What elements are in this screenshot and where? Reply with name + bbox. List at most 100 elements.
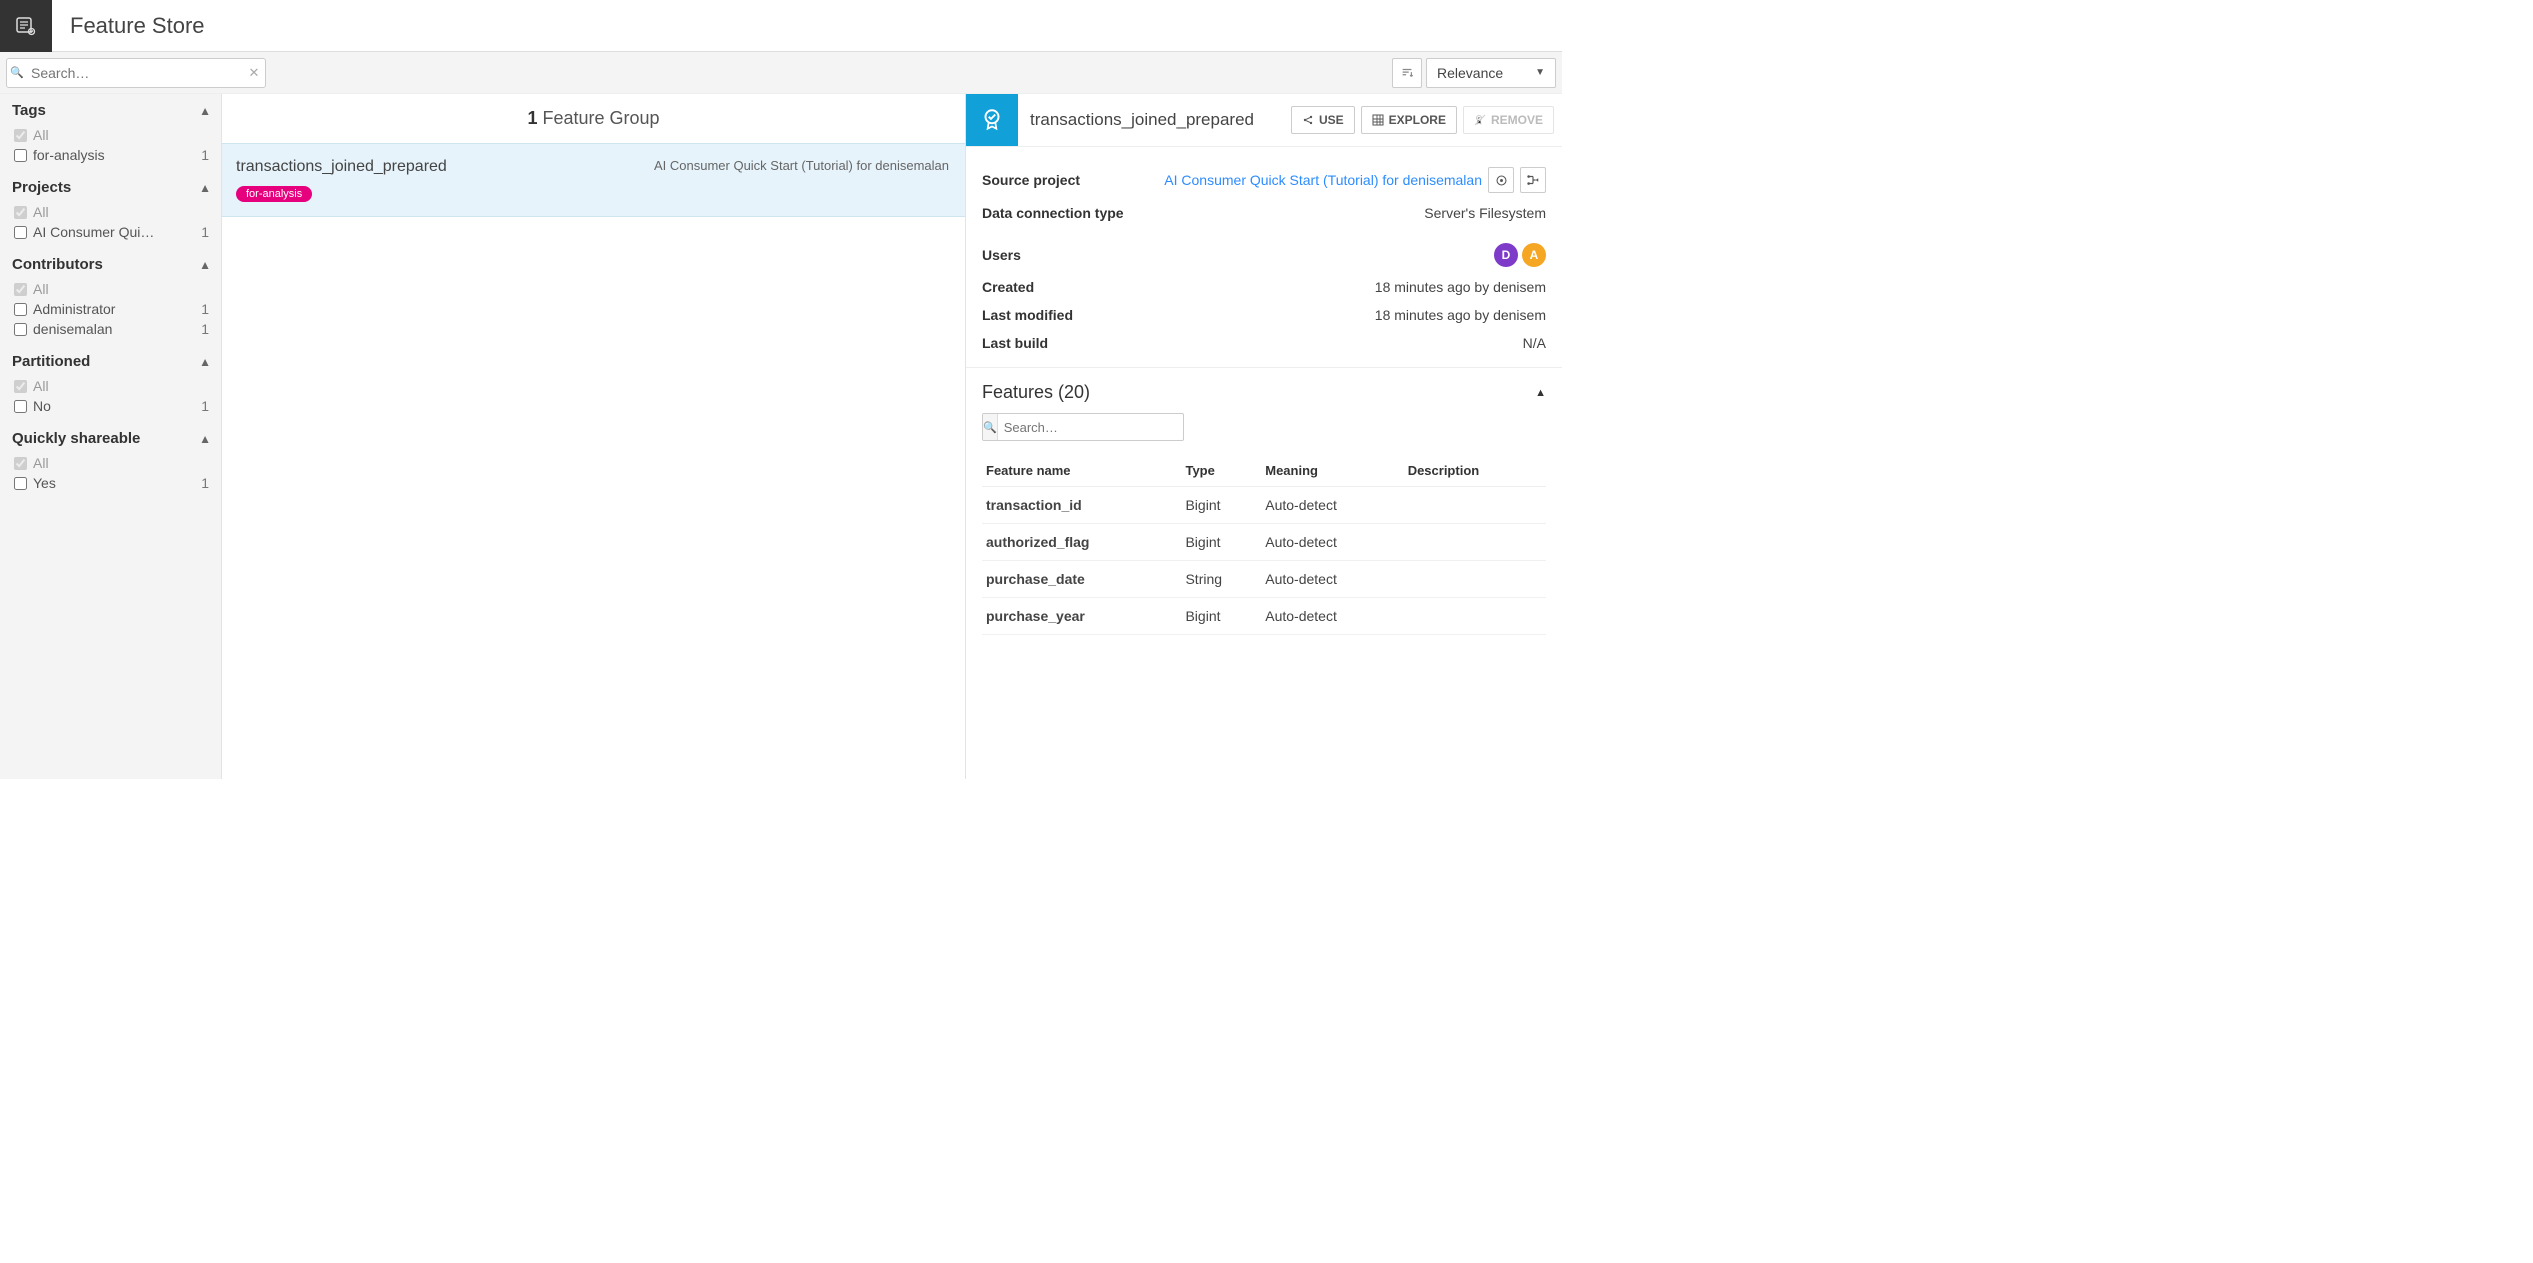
filter-all-partitioned[interactable]: All (14, 376, 211, 396)
features-search[interactable]: 🔍 (982, 413, 1184, 441)
feature-type: Bigint (1181, 487, 1261, 524)
meta-source-project: Source project AI Consumer Quick Start (… (982, 161, 1546, 199)
sort-label: Relevance (1437, 65, 1503, 81)
details-title: transactions_joined_prepared (1030, 110, 1291, 130)
chevron-up-icon: ▲ (199, 258, 211, 272)
share-icon (1302, 114, 1314, 126)
chevron-up-icon: ▲ (199, 432, 211, 446)
meta-users: Users DA (982, 237, 1546, 273)
toolbar: 🔍 ✕ Relevance ▼ (0, 52, 1562, 94)
table-row[interactable]: purchase_yearBigintAuto-detect (982, 598, 1546, 635)
feature-meaning: Auto-detect (1261, 561, 1403, 598)
table-row[interactable]: transaction_idBigintAuto-detect (982, 487, 1546, 524)
feature-group-badge-icon (966, 94, 1018, 146)
results-pane: 1 Feature Group transactions_joined_prep… (222, 94, 966, 779)
tag-badge: for-analysis (236, 186, 312, 202)
checkbox[interactable] (14, 149, 27, 162)
checkbox[interactable] (14, 129, 27, 142)
feature-type: String (1181, 561, 1261, 598)
filter-section-contributors: Contributors ▲ All Administrator1 denise… (12, 256, 211, 339)
feature-name: transaction_id (982, 487, 1181, 524)
filter-item[interactable]: No1 (14, 396, 211, 416)
checkbox[interactable] (14, 226, 27, 239)
chevron-up-icon: ▲ (199, 104, 211, 118)
feature-name: authorized_flag (982, 524, 1181, 561)
features-section-header[interactable]: Features (20) ▲ (982, 378, 1546, 413)
feature-group-project: AI Consumer Quick Start (Tutorial) for d… (654, 158, 949, 173)
view-source-button[interactable] (1488, 167, 1514, 193)
sort-selector[interactable]: Relevance ▼ (1426, 58, 1556, 88)
filter-section-tags: Tags ▲ All for-analysis1 (12, 102, 211, 165)
filter-section-shareable: Quickly shareable ▲ All Yes1 (12, 430, 211, 493)
filter-header-tags[interactable]: Tags ▲ (12, 102, 211, 119)
use-button[interactable]: USE (1291, 106, 1355, 134)
feature-description (1404, 524, 1546, 561)
sort-icon (1400, 66, 1414, 80)
details-pane: transactions_joined_prepared USE EXPLORE (966, 94, 1562, 779)
clear-search-icon[interactable]: ✕ (243, 65, 265, 81)
filter-all-tags[interactable]: All (14, 125, 211, 145)
table-row[interactable]: purchase_dateStringAuto-detect (982, 561, 1546, 598)
grid-icon (1372, 114, 1384, 126)
features-search-input[interactable] (998, 416, 1184, 439)
feature-description (1404, 487, 1546, 524)
chevron-up-icon: ▲ (199, 181, 211, 195)
filter-item[interactable]: Administrator1 (14, 299, 211, 319)
checkbox[interactable] (14, 206, 27, 219)
filter-all-shareable[interactable]: All (14, 453, 211, 473)
filter-header-shareable[interactable]: Quickly shareable ▲ (12, 430, 211, 447)
filter-all-contributors[interactable]: All (14, 279, 211, 299)
meta-connection-type: Data connection type Server's Filesystem (982, 199, 1546, 227)
col-feature-name: Feature name (982, 455, 1181, 487)
app-logo-icon (0, 0, 52, 52)
feature-group-name: transactions_joined_prepared (236, 158, 447, 176)
feature-type: Bigint (1181, 524, 1261, 561)
filter-all-projects[interactable]: All (14, 202, 211, 222)
col-description: Description (1404, 455, 1546, 487)
search-input[interactable] (27, 61, 243, 85)
checkbox[interactable] (14, 323, 27, 336)
feature-meaning: Auto-detect (1261, 524, 1403, 561)
meta-modified: Last modified 18 minutes ago by denisem (982, 301, 1546, 329)
col-meaning: Meaning (1261, 455, 1403, 487)
filter-item[interactable]: Yes1 (14, 473, 211, 493)
filter-section-partitioned: Partitioned ▲ All No1 (12, 353, 211, 416)
meta-created: Created 18 minutes ago by denisem (982, 273, 1546, 301)
chevron-up-icon: ▲ (1535, 387, 1546, 399)
filter-header-projects[interactable]: Projects ▲ (12, 179, 211, 196)
remove-icon (1474, 114, 1486, 126)
sort-direction-button[interactable] (1392, 58, 1422, 88)
checkbox[interactable] (14, 400, 27, 413)
chevron-up-icon: ▲ (199, 355, 211, 369)
explore-button[interactable]: EXPLORE (1361, 106, 1457, 134)
feature-group-item[interactable]: transactions_joined_prepared for-analysi… (222, 143, 965, 217)
col-type: Type (1181, 455, 1261, 487)
source-project-link[interactable]: AI Consumer Quick Start (Tutorial) for d… (1164, 172, 1482, 188)
table-row[interactable]: authorized_flagBigintAuto-detect (982, 524, 1546, 561)
feature-meaning: Auto-detect (1261, 598, 1403, 635)
feature-name: purchase_date (982, 561, 1181, 598)
checkbox[interactable] (14, 380, 27, 393)
filter-sidebar: Tags ▲ All for-analysis1 Projects ▲ All … (0, 94, 222, 779)
global-search[interactable]: 🔍 ✕ (6, 58, 266, 88)
filter-item[interactable]: denisemalan1 (14, 319, 211, 339)
target-icon (1495, 174, 1508, 187)
checkbox[interactable] (14, 457, 27, 470)
flow-icon (1526, 173, 1540, 187)
feature-name: purchase_year (982, 598, 1181, 635)
filter-item[interactable]: for-analysis1 (14, 145, 211, 165)
checkbox[interactable] (14, 283, 27, 296)
top-bar: Feature Store (0, 0, 1562, 52)
checkbox[interactable] (14, 477, 27, 490)
open-flow-button[interactable] (1520, 167, 1546, 193)
remove-button: REMOVE (1463, 106, 1554, 134)
feature-type: Bigint (1181, 598, 1261, 635)
page-title: Feature Store (70, 13, 205, 39)
filter-item[interactable]: AI Consumer Qui…1 (14, 222, 211, 242)
features-table: Feature name Type Meaning Description tr… (982, 455, 1546, 635)
search-icon: 🔍 (983, 414, 998, 440)
filter-header-contributors[interactable]: Contributors ▲ (12, 256, 211, 273)
feature-meaning: Auto-detect (1261, 487, 1403, 524)
filter-header-partitioned[interactable]: Partitioned ▲ (12, 353, 211, 370)
checkbox[interactable] (14, 303, 27, 316)
